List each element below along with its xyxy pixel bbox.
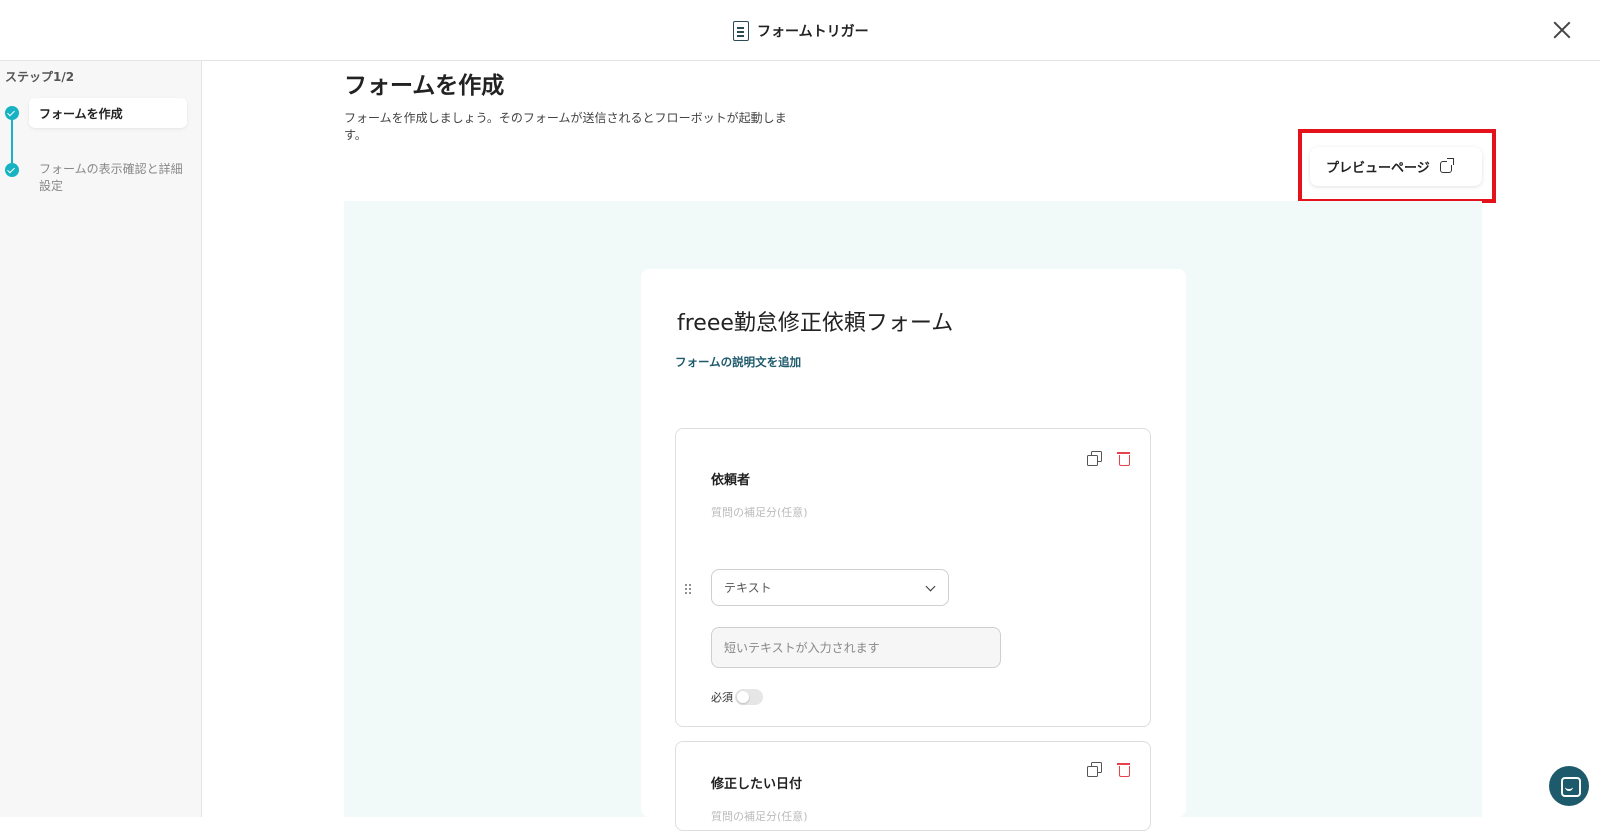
question-actions (1087, 451, 1130, 466)
close-icon[interactable] (1552, 20, 1572, 40)
header-title: フォームトリガー (733, 19, 869, 43)
trash-icon[interactable] (1117, 762, 1130, 777)
sidebar-step-label: フォームを作成 (39, 106, 123, 121)
add-form-description-link[interactable]: フォームの説明文を追加 (675, 354, 801, 370)
form-title[interactable]: freee勤怠修正依頼フォーム (677, 305, 953, 337)
step-sidebar: ステップ1/2 フォームを作成 フォームの表示確認と詳細設定 (0, 61, 202, 817)
step-1-check-icon (5, 106, 19, 120)
step-counter: ステップ1/2 (5, 70, 75, 84)
short-text-answer-preview: 短いテキストが入力されます (711, 627, 1001, 668)
question-type-select[interactable]: テキスト (711, 569, 949, 606)
sidebar-step-display-settings[interactable]: フォームの表示確認と詳細設定 (39, 161, 184, 195)
page-title: フォームを作成 (344, 73, 505, 99)
question-card: 依頼者 質問の補足分(任意) テキスト 短いテキストが入力されます 必須 (675, 428, 1151, 727)
external-link-icon (1439, 157, 1454, 173)
step-2-check-icon (5, 163, 19, 177)
question-subtitle[interactable]: 質問の補足分(任意) (711, 808, 808, 824)
question-card: 修正したい日付 質問の補足分(任意) (675, 741, 1151, 831)
preview-page-button[interactable]: プレビューページ (1310, 147, 1482, 186)
answer-placeholder: 短いテキストが入力されます (724, 641, 880, 655)
question-actions (1087, 762, 1130, 777)
duplicate-icon[interactable] (1087, 762, 1102, 777)
required-row: 必須 (711, 689, 763, 705)
sidebar-step-create-form[interactable]: フォームを作成 (29, 98, 187, 128)
header-title-text: フォームトリガー (757, 24, 869, 40)
question-title[interactable]: 修正したい日付 (711, 773, 802, 792)
question-title[interactable]: 依頼者 (711, 469, 750, 488)
page-description: フォームを作成しましょう。そのフォームが送信されるとフローボットが起動します。 (344, 111, 787, 142)
required-toggle[interactable] (735, 689, 763, 705)
chat-icon[interactable] (1549, 766, 1589, 806)
question-subtitle[interactable]: 質問の補足分(任意) (711, 504, 808, 520)
header-bar: フォームトリガー (0, 0, 1600, 61)
question-type-value: テキスト (724, 581, 772, 595)
sidebar-step-label: フォームの表示確認と詳細設定 (39, 162, 183, 193)
required-label: 必須 (711, 691, 733, 704)
duplicate-icon[interactable] (1087, 451, 1102, 466)
drag-handle-icon[interactable] (684, 583, 692, 595)
preview-page-label: プレビューページ (1326, 161, 1430, 176)
trash-icon[interactable] (1117, 451, 1130, 466)
chevron-down-icon (925, 581, 936, 592)
form-document-icon (733, 21, 749, 41)
